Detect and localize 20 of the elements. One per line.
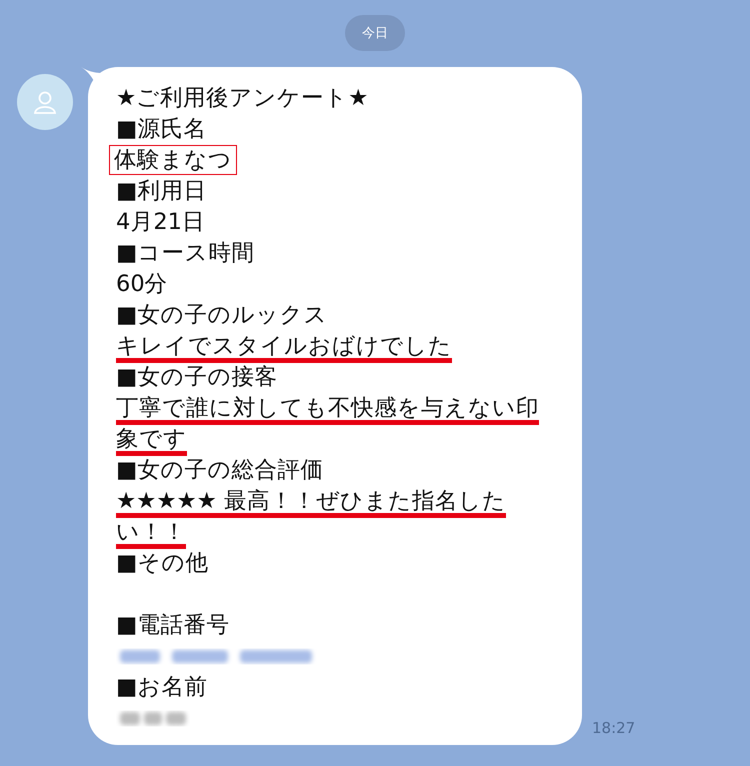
message-text: ■源氏名 (116, 114, 206, 142)
message-text: ■女の子の総合評価 (116, 456, 324, 484)
message-text: 4月21日 (116, 208, 205, 236)
message-text: ■電話番号 (116, 610, 230, 638)
message-text: ■コース時間 (116, 238, 254, 266)
message-text: 60分 (116, 270, 168, 298)
message-text: い！！ (116, 520, 186, 549)
message-text: 体験まなつ (109, 144, 237, 174)
message-text: ■女の子のルックス (116, 300, 328, 328)
message-text: 象です (116, 427, 187, 456)
message-text: ■お名前 (116, 672, 208, 700)
message-text: 丁寧で誰に対しても不快感を与えない印 (116, 396, 539, 425)
date-divider: 今日 (345, 15, 405, 51)
message-text: ★★★★★ 最高！！ぜひまた指名した (116, 489, 506, 518)
message-text: ■その他 (116, 548, 208, 576)
message-text: ■利用日 (116, 176, 206, 204)
message-time: 18:27 (592, 719, 636, 737)
message-text: ★ご利用後アンケート★ (116, 84, 368, 112)
message-text: ■女の子の接客 (116, 362, 278, 390)
message-text: キレイでスタイルおばけでした (116, 334, 452, 363)
